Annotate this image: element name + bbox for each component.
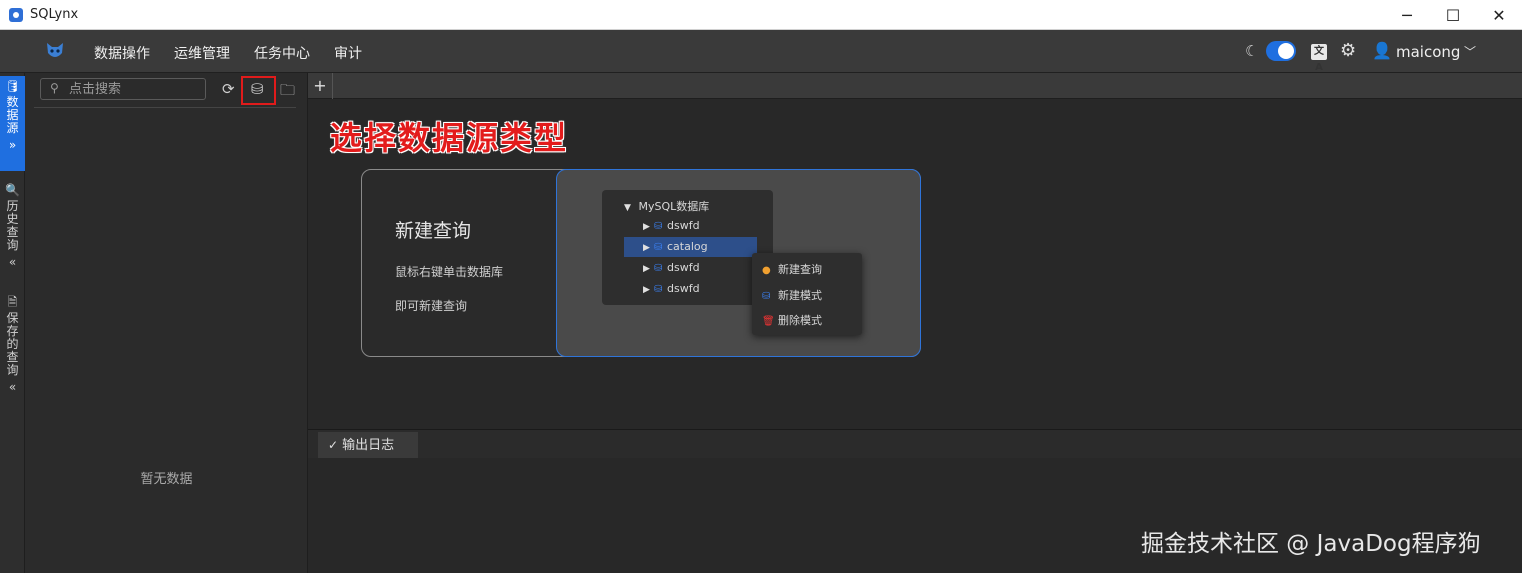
sidebar-tab-label: 数据源 — [6, 95, 19, 135]
database-icon: ⛁ — [762, 291, 771, 302]
new-query-icon: ● — [762, 265, 771, 276]
search-icon: ⚲ — [50, 81, 59, 95]
tree-item: ▶ ⛁ catalog — [643, 240, 708, 253]
toggle-knob — [1278, 43, 1294, 59]
output-tabbar — [308, 430, 1522, 458]
nav-ops-management[interactable]: 运维管理 — [174, 43, 230, 63]
caret-right-icon: ▶ — [643, 264, 650, 274]
tree-item-label: dswfd — [667, 261, 700, 274]
tab-label: 输出日志 — [342, 438, 395, 453]
translate-icon[interactable]: 文A — [1311, 44, 1327, 73]
logo-icon — [47, 43, 63, 57]
theme-toggle[interactable] — [1266, 41, 1296, 61]
minimize-button[interactable]: ─ — [1384, 0, 1430, 30]
context-menu-item: ⛁ 新建模式 — [762, 287, 822, 303]
tree-item-label: catalog — [667, 240, 708, 253]
annotation-headline: 选择数据源类型 — [330, 119, 569, 157]
history-search-icon: 🔍 — [5, 183, 20, 197]
tab-output-log[interactable]: ✓ 输出日志 — [318, 432, 418, 458]
sidebar-tab-datasource[interactable]: 🛢 数据源 » — [0, 76, 25, 171]
caret-down-icon: ▼ — [624, 203, 631, 213]
context-menu-label: 新建模式 — [778, 289, 822, 302]
panel-divider — [34, 107, 296, 108]
database-icon: 🛢 — [4, 79, 21, 93]
expand-icon: » — [8, 138, 17, 152]
new-folder-icon[interactable]: 🗀 — [280, 80, 295, 105]
tree-item: ▶ ⛁ dswfd — [643, 219, 700, 232]
tree-item-label: dswfd — [667, 282, 700, 295]
window-titlebar: SQLynx ─ ☐ ✕ — [0, 0, 1522, 30]
guide-title: 新建查询 — [395, 220, 472, 242]
close-button[interactable]: ✕ — [1476, 0, 1522, 30]
search-input[interactable] — [69, 81, 199, 97]
nav-data-operation[interactable]: 数据操作 — [94, 43, 150, 63]
user-icon: 👤 — [1372, 41, 1392, 60]
moon-icon: ☾ — [1245, 42, 1259, 60]
caret-right-icon: ▶ — [643, 285, 650, 295]
tree-item: ▶ ⛁ dswfd — [643, 261, 700, 274]
database-icon: ⛁ — [654, 242, 663, 253]
context-menu-item: 🗑 删除模式 — [762, 312, 822, 328]
check-circle-icon: ✓ — [328, 438, 339, 452]
window-title: SQLynx — [30, 7, 79, 22]
collapse-icon: « — [8, 255, 17, 269]
username[interactable]: maicong — [1396, 43, 1460, 61]
sidebar-tab-label: 保存的查询 — [6, 311, 19, 377]
database-icon: ⛁ — [654, 221, 663, 232]
maximize-button[interactable]: ☐ — [1430, 0, 1476, 30]
tree-root: ▼ MySQL数据库 — [624, 198, 709, 214]
datasource-panel — [26, 73, 308, 573]
search-box[interactable]: ⚲ — [40, 78, 206, 100]
guide-description: 鼠标右键单击数据库 — [395, 265, 504, 279]
sidebar-tab-label: 历史查询 — [6, 199, 19, 252]
saved-query-icon: 🗎 — [7, 295, 18, 309]
collapse-icon: « — [8, 380, 17, 394]
context-menu-label: 新建查询 — [778, 263, 822, 276]
caret-right-icon: ▶ — [643, 222, 650, 232]
caret-right-icon: ▶ — [643, 243, 650, 253]
chevron-down-icon[interactable]: ﹀ — [1464, 43, 1476, 60]
nav-audit[interactable]: 审计 — [334, 43, 362, 63]
nav-task-center[interactable]: 任务中心 — [254, 43, 310, 63]
refresh-icon[interactable]: ⟳ — [222, 80, 235, 98]
sidebar-tab-saved-queries[interactable]: 🗎 保存的查询 « — [0, 292, 25, 404]
add-tab-button[interactable]: + — [308, 73, 333, 99]
settings-icon[interactable]: ⚙ — [1340, 40, 1356, 61]
trash-icon: 🗑 — [762, 316, 775, 327]
empty-state-text: 暂无数据 — [140, 472, 193, 487]
watermark-text: 掘金技术社区 @ JavaDog程序狗 — [1141, 531, 1481, 557]
context-menu-item: ● 新建查询 — [762, 261, 822, 277]
app-icon — [9, 8, 23, 22]
highlight-annotation-box — [241, 76, 276, 105]
tree-root-label: MySQL数据库 — [638, 200, 710, 213]
editor-tabbar — [308, 73, 1522, 99]
context-menu-label: 删除模式 — [778, 314, 822, 327]
database-icon: ⛁ — [654, 263, 663, 274]
guide-description: 即可新建查询 — [395, 299, 468, 313]
tree-item: ▶ ⛁ dswfd — [643, 282, 700, 295]
tree-item-label: dswfd — [667, 219, 700, 232]
sidebar-tab-history[interactable]: 🔍 历史查询 « — [0, 180, 25, 280]
database-icon: ⛁ — [654, 284, 663, 295]
